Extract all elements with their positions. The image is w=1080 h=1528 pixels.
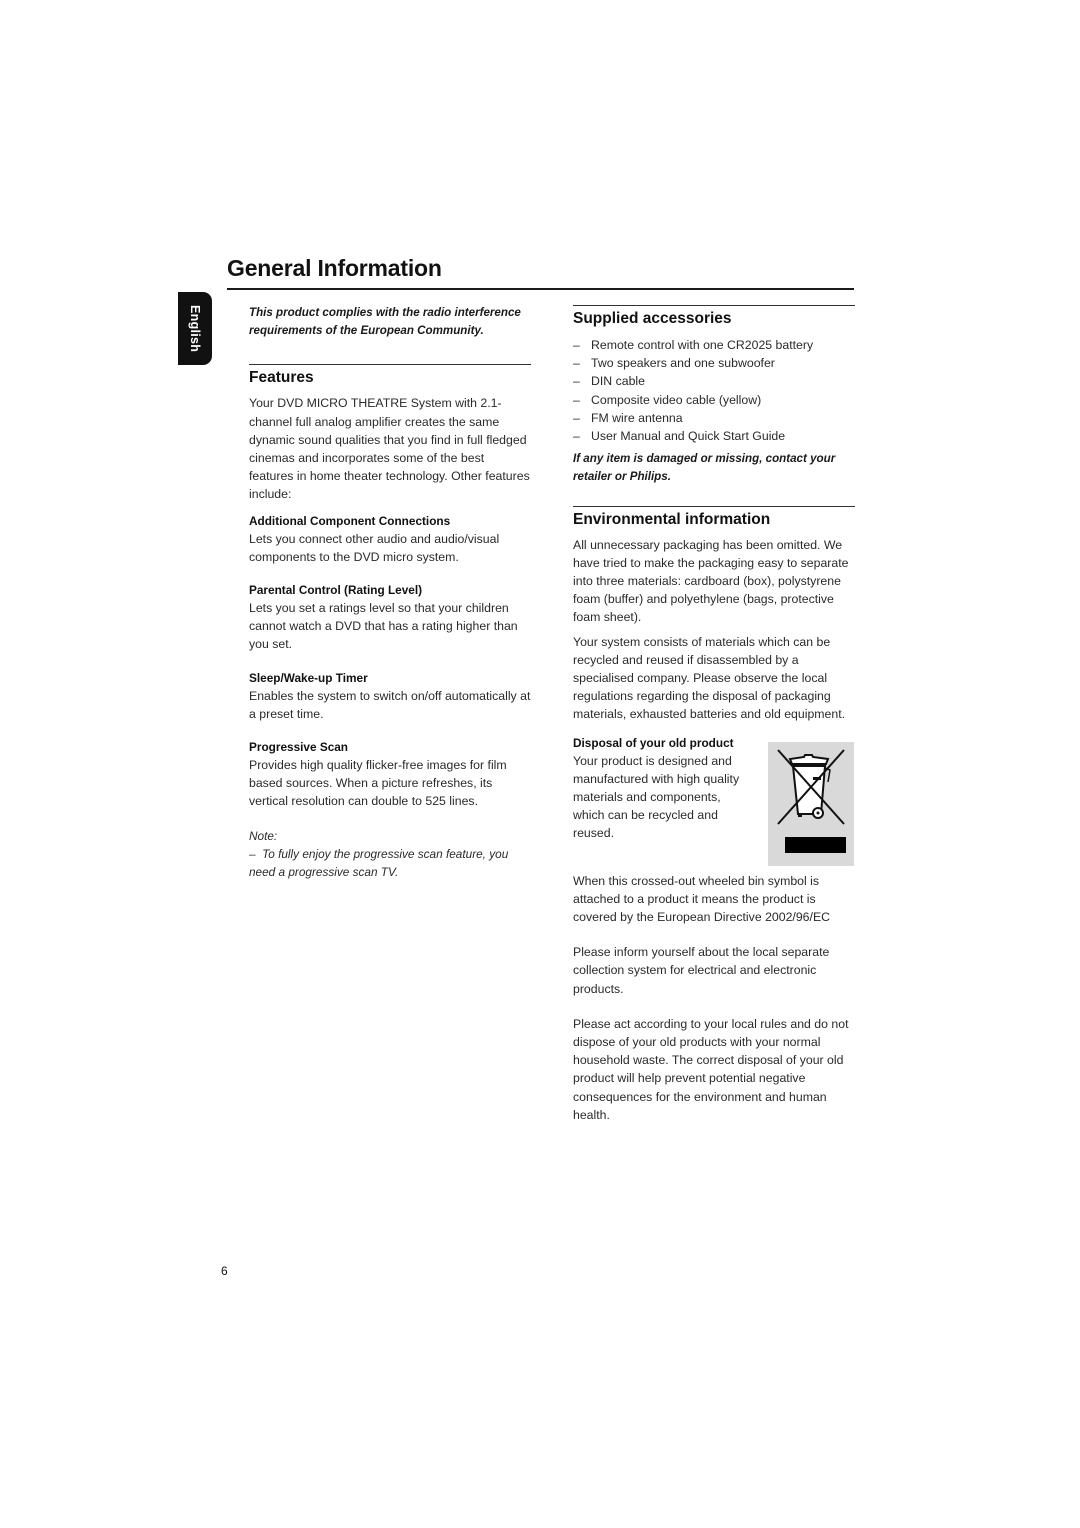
feature-title: Parental Control (Rating Level) — [249, 583, 423, 598]
accessories-heading: Supplied accessories — [573, 310, 732, 327]
right-column: Supplied accessories – Remote control wit… — [573, 305, 855, 1124]
feature-title: Sleep/Wake-up Timer — [249, 670, 368, 685]
disposal-title: Disposal of your old product — [573, 735, 734, 750]
accessory-item: – Two speakers and one subwoofer — [573, 356, 775, 371]
feature-body: Enables the system to switch on/off auto… — [249, 688, 531, 721]
accessories-warning: If any item is damaged or missing, conta… — [573, 452, 836, 484]
environment-paragraph: Please act according to your local rules… — [573, 1016, 849, 1122]
feature-item: Parental Control (Rating Level) Lets you… — [249, 581, 531, 654]
accessory-item: – FM wire antenna — [573, 410, 683, 425]
feature-item: Additional Component Connections Lets yo… — [249, 512, 531, 566]
environment-paragraph: Please inform yourself about the local s… — [573, 945, 830, 996]
compliance-statement: This product complies with the radio int… — [249, 306, 521, 338]
environment-paragraph: Your system consists of materials which … — [573, 634, 846, 722]
environment-paragraph: When this crossed-out wheeled bin symbol… — [573, 873, 831, 925]
note-dash: – — [249, 846, 256, 861]
features-rule — [249, 364, 531, 366]
environment-rule — [573, 505, 855, 507]
feature-body: Lets you connect other audio and audio/v… — [249, 531, 500, 564]
note-text: – To fully enjoy the progressive scan fe… — [249, 845, 531, 881]
environment-paragraph: All unnecessary packaging has been omitt… — [573, 537, 849, 625]
title-rule — [227, 288, 854, 290]
environment-heading: Environmental information — [573, 510, 771, 528]
page-number: 6 — [221, 1264, 228, 1278]
feature-title: Progressive Scan — [249, 740, 349, 755]
disposal-section: Disposal of your old product Your produc… — [573, 734, 855, 866]
note-body: To fully enjoy the progressive scan feat… — [249, 846, 509, 880]
feature-body: Provides high quality flicker-free image… — [249, 758, 507, 809]
feature-item: Sleep/Wake-up Timer Enables the system t… — [249, 669, 531, 723]
feature-body: Lets you set a ratings level so that you… — [249, 601, 518, 652]
language-tab: English — [178, 292, 212, 365]
accessory-item: – DIN cable — [573, 374, 645, 389]
accessory-item: – User Manual and Quick Start Guide — [573, 429, 786, 444]
crossed-out-wheeled-bin-icon — [768, 741, 854, 866]
features-intro: Your DVD MICRO THEATRE System with 2.1-c… — [249, 396, 530, 502]
accessory-item: – Remote control with one CR2025 battery — [573, 338, 814, 352]
note: Note: – To fully enjoy the progressive s… — [249, 827, 531, 882]
feature-item: Progressive Scan Provides high quality f… — [249, 738, 531, 811]
features-heading: Features — [249, 369, 314, 387]
accessory-item: – Composite video cable (yellow) — [573, 392, 762, 407]
note-label: Note: — [249, 828, 278, 843]
accessories-rule — [573, 305, 855, 306]
left-column: This product complies with the radio int… — [249, 304, 531, 881]
accessories-list: – Remote control with one CR2025 battery … — [573, 336, 855, 445]
disposal-body: Your product is designed and manufacture… — [573, 753, 740, 841]
language-tab-label: English — [188, 304, 202, 353]
feature-title: Additional Component Connections — [249, 513, 451, 528]
page-title: General Information — [227, 255, 442, 281]
